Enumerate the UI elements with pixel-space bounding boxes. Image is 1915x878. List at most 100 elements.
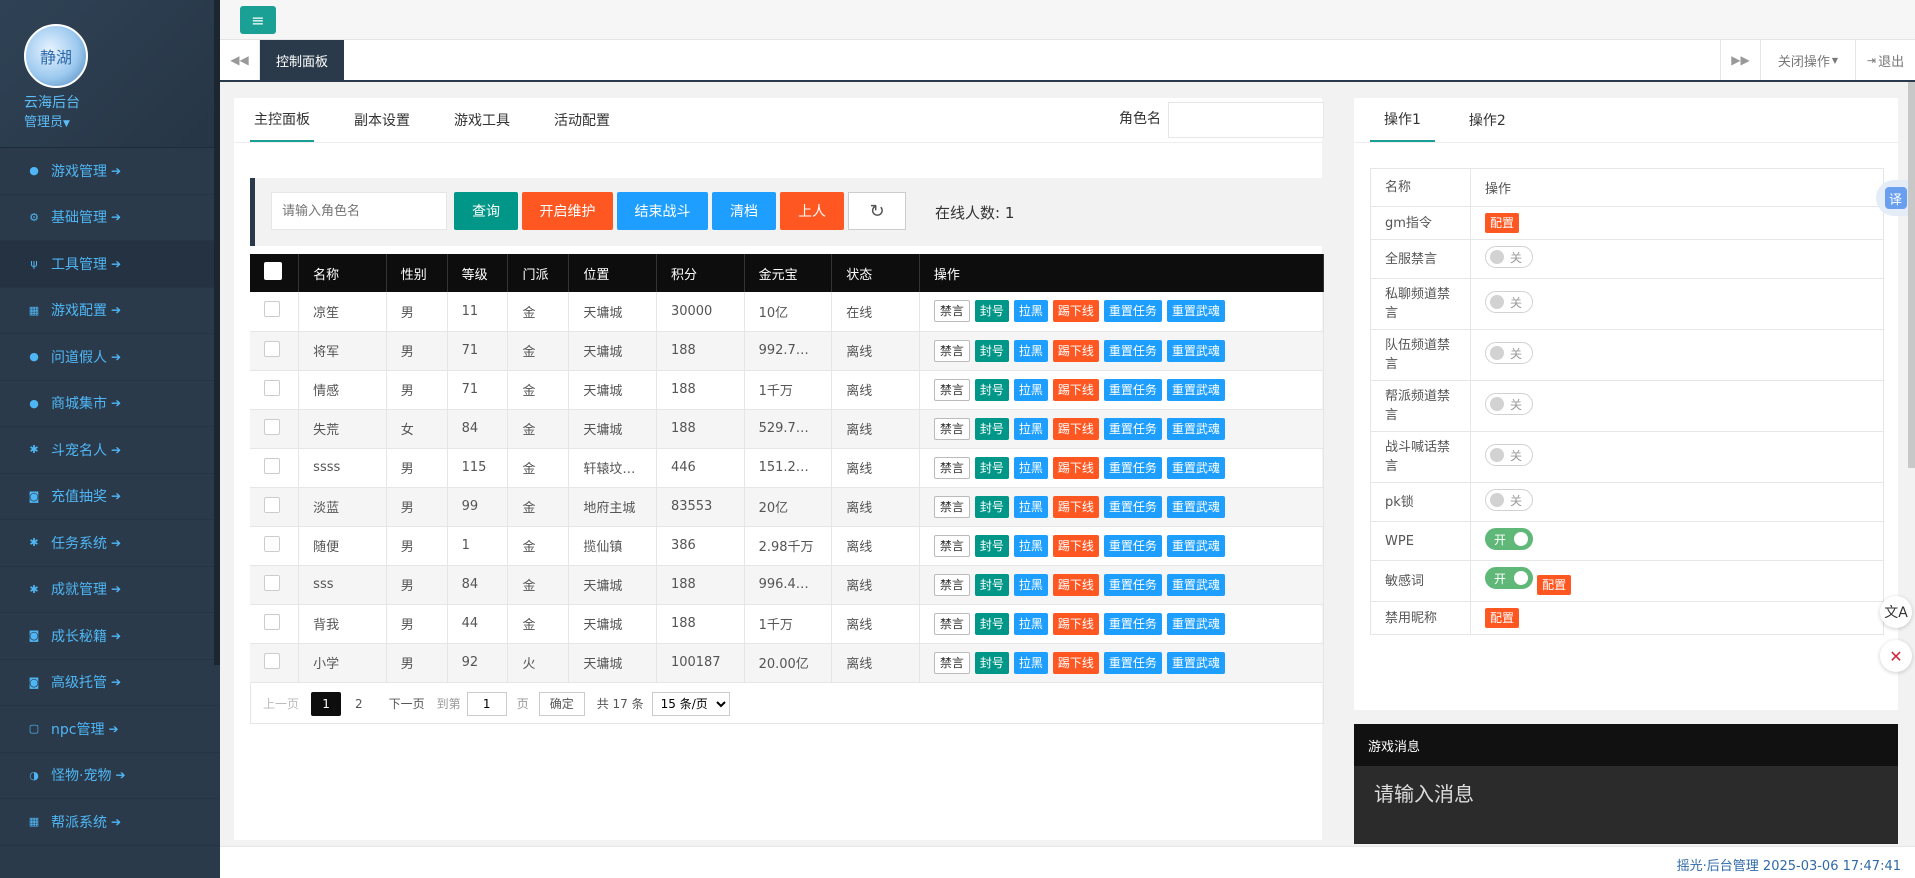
reset-task-button[interactable]: 重置任务 [1103, 573, 1162, 596]
toggle-switch[interactable]: 开 [1485, 567, 1533, 589]
sidebar-item-10[interactable]: ◙ 成长秘籍 ➔ [0, 613, 220, 660]
pager-goto-input[interactable] [466, 691, 507, 716]
mute-button[interactable]: 禁言 [933, 573, 970, 596]
pager-next[interactable]: 下一页 [389, 695, 425, 712]
column-header-4[interactable]: 位置 [568, 254, 657, 292]
sidebar-item-11[interactable]: ◙ 高级托管 ➔ [0, 660, 220, 706]
mute-button[interactable]: 禁言 [933, 612, 970, 635]
logout-button[interactable]: ⇥ 退出 [1855, 40, 1915, 80]
kick-button[interactable]: 踢下线 [1052, 534, 1099, 557]
sidebar-toggle-button[interactable]: ≡ [240, 6, 276, 34]
kick-button[interactable]: 踢下线 [1052, 339, 1099, 362]
row-checkbox[interactable] [264, 301, 280, 318]
blacklist-button[interactable]: 拉黑 [1013, 573, 1048, 596]
reset-task-button[interactable]: 重置任务 [1103, 339, 1162, 362]
tab-prev-button[interactable]: ◀◀ [220, 40, 260, 80]
table-row[interactable]: 凉笙男 11 金天墉城 30000 10亿 在线 禁言 封号 拉黑 踢下线 重置任务 重置武魂 [250, 292, 1325, 332]
sidebar-item-13[interactable]: ◑ 怪物·宠物 ➔ [0, 753, 220, 799]
query-button[interactable]: 查询 [454, 192, 518, 230]
table-row[interactable]: sss 男 84 金天墉城 188 996.4… 离线 禁言 封号 拉黑 踢下线 重置任务 重置武魂 [250, 565, 1325, 605]
reset-task-button[interactable]: 重置任务 [1103, 456, 1162, 479]
toggle-switch[interactable]: 关 [1485, 342, 1533, 364]
sidebar-item-6[interactable]: ✱ 斗宠名人 ➔ [0, 427, 220, 474]
mute-button[interactable]: 禁言 [933, 300, 970, 323]
clear-file-button[interactable]: 清档 [712, 192, 776, 230]
ban-button[interactable]: 封号 [974, 612, 1009, 635]
tab-next-button[interactable]: ▶▶ [1720, 40, 1760, 80]
mute-button[interactable]: 禁言 [933, 495, 970, 518]
mute-button[interactable]: 禁言 [933, 417, 970, 440]
ops-tab-0[interactable]: 操作1 [1370, 98, 1435, 142]
ban-button[interactable]: 封号 [974, 495, 1009, 518]
end-battle-button[interactable]: 结束战斗 [617, 192, 708, 230]
row-checkbox[interactable] [264, 613, 280, 630]
column-header-0[interactable]: 名称 [298, 254, 387, 292]
main-tab-0[interactable]: 主控面板 [250, 98, 314, 142]
pager-page-1[interactable]: 1 [311, 691, 342, 716]
mute-button[interactable]: 禁言 [933, 378, 970, 401]
toggle-switch[interactable]: 关 [1485, 393, 1533, 415]
reset-soul-button[interactable]: 重置武魂 [1166, 573, 1225, 596]
table-row[interactable]: 将军男 71 金天墉城 188 992.7… 离线 禁言 封号 拉黑 踢下线 重置任务 重置武魂 [250, 331, 1325, 371]
reset-soul-button[interactable]: 重置武魂 [1166, 339, 1225, 362]
mute-button[interactable]: 禁言 [933, 651, 970, 674]
select-all-checkbox[interactable] [264, 262, 282, 280]
config-button[interactable]: 配置 [1485, 213, 1520, 233]
ban-button[interactable]: 封号 [974, 456, 1009, 479]
sidebar-item-4[interactable]: ● 问道假人 ➔ [0, 334, 220, 381]
ban-button[interactable]: 封号 [974, 534, 1009, 557]
main-tab-3[interactable]: 活动配置 [550, 98, 614, 142]
toggle-switch[interactable]: 关 [1485, 444, 1533, 466]
blacklist-button[interactable]: 拉黑 [1013, 534, 1048, 557]
row-checkbox[interactable] [264, 652, 280, 669]
table-row[interactable]: ssss 男 115 金轩辕坟… 446 151.2… 离线 禁言 封号 拉黑 踢下线 重置任务 重置武… [250, 448, 1325, 488]
config-button[interactable]: 配置 [1537, 575, 1572, 595]
refresh-button[interactable]: ↻ [848, 192, 906, 230]
toggle-switch[interactable]: 关 [1485, 246, 1533, 268]
pager-confirm-button[interactable]: 确定 [538, 691, 585, 716]
kick-button[interactable]: 踢下线 [1052, 417, 1099, 440]
sidebar-item-1[interactable]: ⚙ 基础管理 ➔ [0, 195, 220, 241]
column-header-1[interactable]: 性别 [386, 254, 448, 292]
sidebar-item-7[interactable]: ◙ 充值抽奖 ➔ [0, 474, 220, 520]
reset-task-button[interactable]: 重置任务 [1103, 534, 1162, 557]
row-checkbox[interactable] [264, 379, 280, 396]
kick-button[interactable]: 踢下线 [1052, 651, 1099, 674]
reset-soul-button[interactable]: 重置武魂 [1166, 456, 1225, 479]
sidebar-item-14[interactable]: ▦ 帮派系统 ➔ [0, 799, 220, 846]
sidebar-item-12[interactable]: ▢ npc管理 ➔ [0, 706, 220, 753]
page-scrollbar[interactable] [1908, 82, 1915, 468]
blacklist-button[interactable]: 拉黑 [1013, 378, 1048, 401]
mute-button[interactable]: 禁言 [933, 339, 970, 362]
sidebar-scrollbar[interactable] [214, 0, 220, 665]
blacklist-button[interactable]: 拉黑 [1013, 612, 1048, 635]
pager-prev[interactable]: 上一页 [263, 695, 299, 712]
row-checkbox[interactable] [264, 496, 280, 513]
table-row[interactable]: 随便男 1 金揽仙镇 386 2.98千万 离线 禁言 封号 拉黑 踢下线 重置任务 重置武魂 [250, 526, 1325, 566]
admin-role-dropdown[interactable]: 管理员▼ [24, 111, 70, 130]
blacklist-button[interactable]: 拉黑 [1013, 300, 1048, 323]
row-checkbox[interactable] [264, 574, 280, 591]
blacklist-button[interactable]: 拉黑 [1013, 495, 1048, 518]
message-input[interactable]: 请输入消息 [1354, 766, 1898, 819]
tab-control-panel[interactable]: 控制面板 [260, 40, 345, 80]
reset-task-button[interactable]: 重置任务 [1103, 417, 1162, 440]
ban-button[interactable]: 封号 [974, 573, 1009, 596]
kick-button[interactable]: 踢下线 [1052, 300, 1099, 323]
ban-button[interactable]: 封号 [974, 378, 1009, 401]
reset-task-button[interactable]: 重置任务 [1103, 378, 1162, 401]
reset-soul-button[interactable]: 重置武魂 [1166, 612, 1225, 635]
kick-button[interactable]: 踢下线 [1052, 456, 1099, 479]
language-float-button[interactable]: 文A [1880, 596, 1912, 628]
sidebar-item-3[interactable]: ▦ 游戏配置 ➔ [0, 288, 220, 334]
sidebar-item-8[interactable]: ✱ 任务系统 ➔ [0, 520, 220, 567]
ops-tab-1[interactable]: 操作2 [1455, 98, 1520, 142]
per-page-select[interactable]: 15 条/页 [651, 691, 730, 716]
ban-button[interactable]: 封号 [974, 417, 1009, 440]
reset-soul-button[interactable]: 重置武魂 [1166, 534, 1225, 557]
ban-button[interactable]: 封号 [974, 339, 1009, 362]
network-float-button[interactable]: ✕ [1880, 640, 1912, 672]
ban-button[interactable]: 封号 [974, 651, 1009, 674]
maintenance-button[interactable]: 开启维护 [522, 192, 613, 230]
avatar[interactable]: 静湖 [24, 24, 88, 88]
